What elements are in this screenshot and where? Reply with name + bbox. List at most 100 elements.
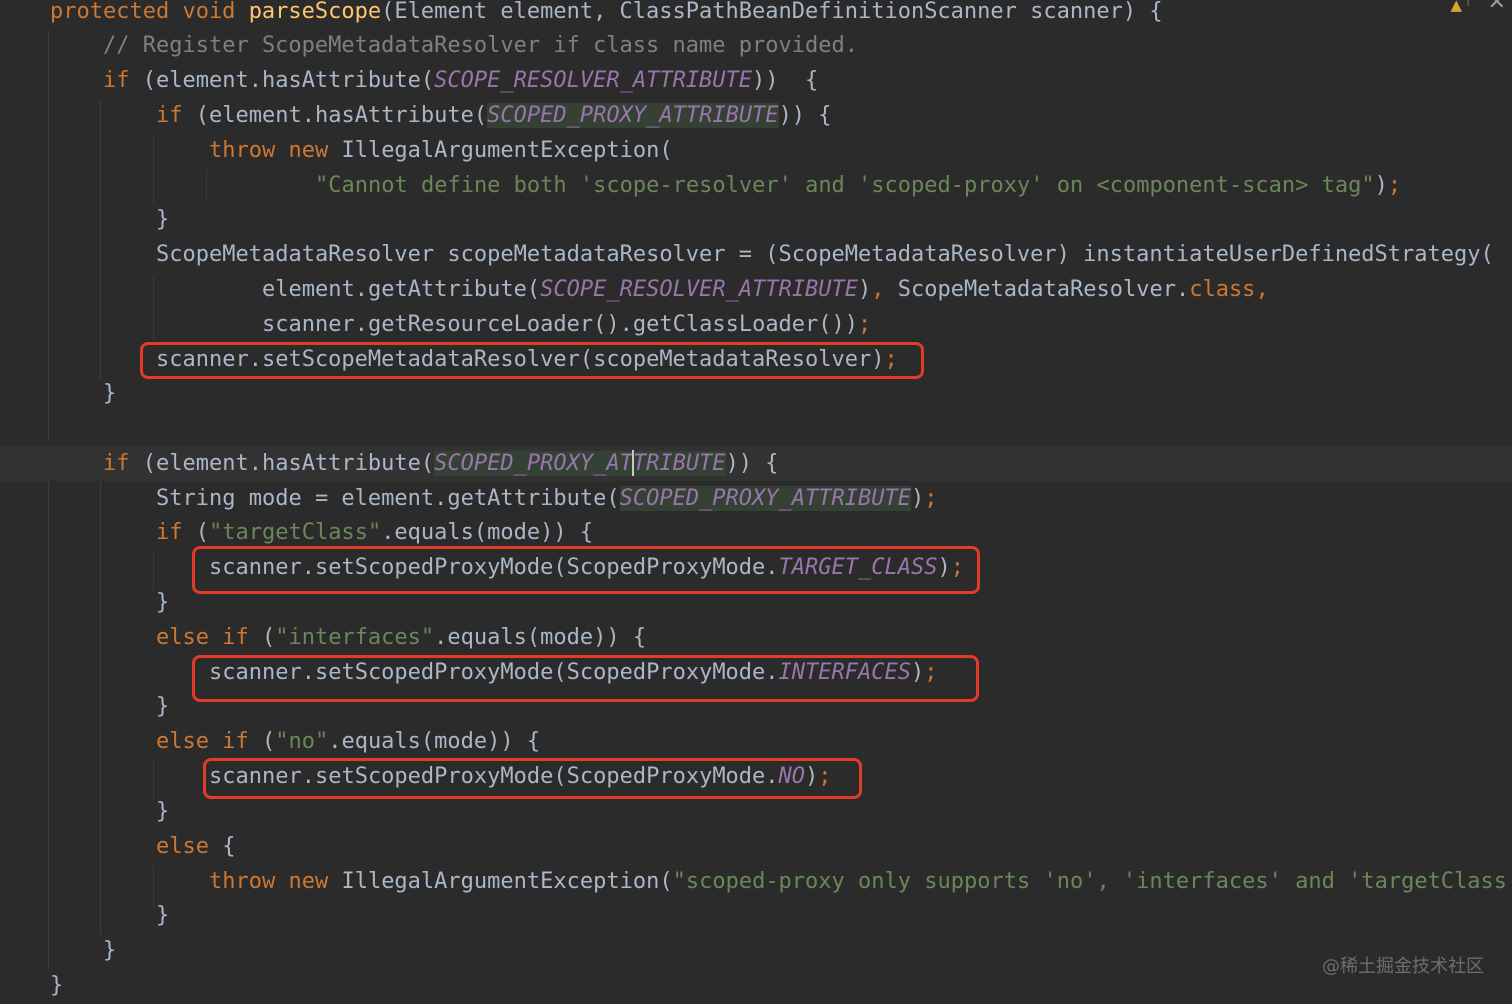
- code-token: IllegalArgumentException(: [341, 869, 673, 894]
- code-token: "scoped-proxy only supports 'no', 'inter…: [672, 869, 1508, 894]
- code-token: ScopeMetadataResolver scopeMetadataResol…: [156, 242, 1494, 267]
- code-line[interactable]: if (element.hasAttribute(SCOPED_PROXY_AT…: [0, 98, 1512, 133]
- code-token: ,: [871, 277, 898, 302]
- code-line-text[interactable]: else if ("no".equals(mode)) {: [156, 724, 540, 759]
- code-token: .equals(mode)) {: [434, 625, 647, 650]
- code-line-text[interactable]: }: [103, 933, 116, 968]
- code-line[interactable]: protected void parseScope(Element elemen…: [0, 0, 1512, 29]
- code-line-text[interactable]: if ("targetClass".equals(mode)) {: [156, 515, 593, 550]
- code-line-text[interactable]: if (element.hasAttribute(SCOPED_PROXY_AT…: [156, 98, 832, 133]
- code-token: (: [261, 625, 276, 650]
- code-token: )) {: [752, 68, 819, 93]
- code-token: class: [1189, 277, 1256, 302]
- code-line[interactable]: if (element.hasAttribute(SCOPE_RESOLVER_…: [0, 63, 1512, 98]
- code-line[interactable]: }: [0, 376, 1512, 411]
- code-token: else if: [156, 625, 262, 650]
- code-token: ;: [858, 312, 872, 337]
- code-token: }: [50, 973, 64, 998]
- code-token: ): [911, 486, 925, 511]
- code-token: {: [222, 834, 236, 859]
- code-token: throw new: [209, 869, 342, 894]
- code-line[interactable]: else if ("interfaces".equals(mode)) {: [0, 620, 1512, 655]
- code-token: SCOPE_RESOLVER_ATTRIBUTE: [540, 277, 859, 302]
- code-token: if: [156, 103, 196, 128]
- code-line-text[interactable]: }: [156, 794, 169, 829]
- code-token: }: [156, 590, 170, 615]
- code-line-text[interactable]: scanner.getResourceLoader().getClassLoad…: [262, 307, 871, 342]
- code-line-text[interactable]: }: [156, 202, 169, 237]
- code-line[interactable]: }: [0, 202, 1512, 237]
- code-line[interactable]: }: [0, 794, 1512, 829]
- code-line-text[interactable]: "Cannot define both 'scope-resolver' and…: [315, 168, 1401, 203]
- code-line[interactable]: String mode = element.getAttribute(SCOPE…: [0, 481, 1512, 516]
- code-line[interactable]: if ("targetClass".equals(mode)) {: [0, 515, 1512, 550]
- code-token: ,: [1255, 277, 1269, 302]
- close-icon[interactable]: ✕: [1488, 0, 1506, 15]
- code-line-text[interactable]: else if ("interfaces".equals(mode)) {: [156, 620, 646, 655]
- highlight-box-no: [203, 758, 862, 799]
- code-token: ScopeMetadataResolver.: [897, 277, 1190, 302]
- code-token: else if: [156, 729, 262, 754]
- code-line[interactable]: ScopeMetadataResolver scopeMetadataResol…: [0, 237, 1512, 272]
- code-line-text[interactable]: protected void parseScope(Element elemen…: [50, 0, 1163, 29]
- code-token: if: [103, 451, 143, 476]
- code-token: "targetClass": [209, 520, 382, 545]
- code-token: (element.hasAttribute(: [142, 68, 435, 93]
- code-token: "interfaces": [275, 625, 435, 650]
- arrow-up-icon[interactable]: ↑: [1462, 0, 1474, 10]
- code-line[interactable]: else {: [0, 829, 1512, 864]
- code-token: SCOPED_PROXY_ATTRIBUTE: [434, 451, 726, 476]
- code-line[interactable]: throw new IllegalArgumentException("scop…: [0, 864, 1512, 899]
- code-token: ): [1374, 173, 1388, 198]
- code-line-text[interactable]: if (element.hasAttribute(SCOPE_RESOLVER_…: [103, 63, 818, 98]
- code-token: (: [261, 729, 276, 754]
- warning-icon[interactable]: ▲: [1450, 0, 1462, 14]
- code-line-text[interactable]: String mode = element.getAttribute(SCOPE…: [156, 481, 938, 516]
- code-line-text[interactable]: element.getAttribute(SCOPE_RESOLVER_ATTR…: [262, 272, 1269, 307]
- code-token: ;: [924, 486, 938, 511]
- code-token: "no": [275, 729, 329, 754]
- highlight-box-set-scope-metadata-resolver: [140, 342, 924, 379]
- code-token: }: [103, 938, 117, 963]
- highlight-box-interfaces: [192, 655, 979, 702]
- code-line[interactable]: element.getAttribute(SCOPE_RESOLVER_ATTR…: [0, 272, 1512, 307]
- text-caret: [632, 450, 634, 476]
- code-line-text[interactable]: throw new IllegalArgumentException("scop…: [209, 864, 1507, 899]
- code-line-text[interactable]: if (element.hasAttribute(SCOPED_PROXY_AT…: [103, 446, 779, 481]
- code-line[interactable]: else if ("no".equals(mode)) {: [0, 724, 1512, 759]
- code-line[interactable]: "Cannot define both 'scope-resolver' and…: [0, 168, 1512, 203]
- code-line[interactable]: }: [0, 968, 1512, 1003]
- code-token: }: [103, 381, 117, 406]
- code-token: if: [103, 68, 143, 93]
- code-token: // Register ScopeMetadataResolver if cla…: [103, 33, 858, 58]
- code-token: SCOPED_PROXY_ATTRIBUTE: [487, 103, 779, 128]
- code-token: (element.hasAttribute(: [142, 451, 435, 476]
- code-line-text[interactable]: else {: [156, 829, 235, 864]
- code-line-text[interactable]: }: [156, 898, 169, 933]
- code-token: else: [156, 834, 223, 859]
- highlight-box-target-class: [192, 546, 980, 594]
- code-line[interactable]: scanner.getResourceLoader().getClassLoad…: [0, 307, 1512, 342]
- code-line-text[interactable]: }: [156, 689, 169, 724]
- code-line[interactable]: }: [0, 933, 1512, 968]
- code-token: String mode = element.getAttribute(: [156, 486, 620, 511]
- code-line[interactable]: }: [0, 898, 1512, 933]
- code-line[interactable]: throw new IllegalArgumentException(: [0, 133, 1512, 168]
- code-line-text[interactable]: }: [103, 376, 116, 411]
- code-line-text[interactable]: }: [50, 968, 63, 1003]
- code-token: }: [156, 903, 170, 928]
- code-line[interactable]: if (element.hasAttribute(SCOPED_PROXY_AT…: [0, 446, 1512, 481]
- code-editor[interactable]: protected void parseScope(Element elemen…: [0, 0, 1512, 1004]
- code-line[interactable]: // Register ScopeMetadataResolver if cla…: [0, 28, 1512, 63]
- code-line-text[interactable]: ScopeMetadataResolver scopeMetadataResol…: [156, 237, 1494, 272]
- code-line-text[interactable]: }: [156, 585, 169, 620]
- code-token: (Element element, ClassPathBeanDefinitio…: [381, 0, 1163, 24]
- code-token: }: [156, 799, 170, 824]
- code-token: scanner.getResourceLoader().getClassLoad…: [262, 312, 859, 337]
- code-line[interactable]: [0, 411, 1512, 446]
- code-line-text[interactable]: // Register ScopeMetadataResolver if cla…: [103, 28, 858, 63]
- code-token: parseScope: [248, 0, 382, 24]
- code-token: SCOPE_RESOLVER_ATTRIBUTE: [434, 68, 753, 93]
- code-token: throw new: [209, 138, 342, 163]
- code-line-text[interactable]: throw new IllegalArgumentException(: [209, 133, 673, 168]
